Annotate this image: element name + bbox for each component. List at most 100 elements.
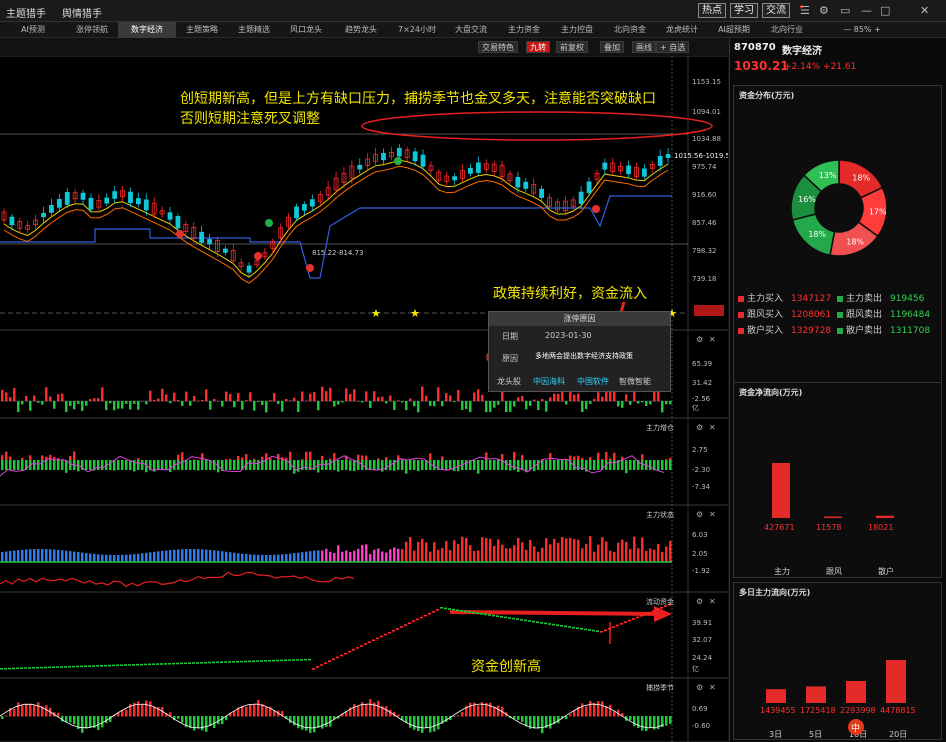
fund-bar [105, 401, 108, 411]
state-bar [333, 552, 336, 562]
state-bar [9, 551, 12, 562]
donut-label-2: 18% [846, 237, 864, 246]
season-bar [125, 709, 128, 717]
popup-leader-3[interactable]: 智微智能 [619, 376, 651, 387]
fund-bar [645, 401, 648, 406]
zoom-level[interactable]: — 85% + [842, 22, 882, 38]
season-bar [321, 716, 324, 729]
season-bar [537, 716, 540, 729]
season-bar [97, 716, 100, 731]
panel-axis-p3-0: 2.75 [692, 446, 708, 454]
tab-9[interactable]: 主力资金 [498, 22, 550, 38]
toolbar-item-4[interactable]: 画线 [632, 41, 656, 53]
hot-button[interactable]: 热点 [698, 3, 726, 18]
popup-leader-2[interactable]: 中国软件 [577, 376, 609, 387]
liquid-point [312, 668, 315, 670]
tab-0[interactable]: AI预测 [0, 22, 66, 38]
maximize-icon[interactable]: □ [880, 4, 890, 17]
state-bar [669, 540, 672, 562]
fund-bar [49, 396, 52, 402]
sell-swatch [837, 327, 843, 334]
season-bar [249, 704, 252, 717]
liquid-point [168, 662, 171, 665]
liquid-point [276, 659, 279, 662]
liquid-point [80, 665, 83, 668]
tab-5[interactable]: 风口龙头 [280, 22, 332, 38]
price-axis-label-7: 739.18 [692, 275, 717, 283]
liquid-point [336, 656, 339, 659]
state-bar [257, 554, 260, 562]
season-bar [477, 705, 480, 717]
tab-3[interactable]: 主题策略 [176, 22, 228, 38]
season-bar [569, 714, 572, 717]
donut-label-5: 13% [819, 171, 837, 180]
fund-bar [117, 401, 120, 409]
learn-button[interactable]: 学习 [730, 3, 758, 18]
fund-bar [161, 388, 164, 402]
increase-fill-bar [237, 460, 240, 470]
liquid-point [60, 666, 63, 668]
popup-leader-1[interactable]: 中因海科 [533, 376, 565, 387]
current-price-tag [694, 305, 724, 316]
liquid-point [376, 637, 379, 640]
liquid-point [400, 626, 403, 628]
module-sentiment-hunter[interactable]: 舆情猎手 [62, 5, 102, 20]
increase-fill-bar [325, 460, 328, 470]
toolbar-item-2[interactable]: 前复权 [556, 41, 588, 53]
increase-fill-bar [621, 460, 624, 470]
state-bar [101, 554, 104, 562]
restore-icon[interactable]: ▭ [840, 4, 850, 17]
state-bar [189, 549, 192, 562]
chart-canvas[interactable]: 1153.15 1094.01 1034.88 975.74 916.60 857.46 7… [0, 55, 734, 742]
tab-7[interactable]: 7×24小时 [390, 22, 444, 38]
tab-10[interactable]: 主力控盘 [550, 22, 604, 38]
popup-date-value: 2023-01-30 [545, 331, 592, 340]
toolbar-item-3[interactable]: 叠加 [600, 41, 624, 53]
toolbar-item-1[interactable]: 九转 [526, 41, 550, 53]
state-bar [261, 554, 264, 562]
state-bar [429, 551, 432, 562]
toolbar-item-5[interactable]: + 自选 [656, 41, 690, 53]
liquid-point [568, 626, 571, 628]
star-marker [372, 309, 380, 317]
tab-1[interactable]: 涨停领航 [66, 22, 118, 38]
multi-day-label-3[interactable]: 20日 [889, 730, 907, 739]
module-theme-hunter[interactable]: 主题猎手 [6, 5, 46, 20]
liquid-point [296, 659, 299, 661]
increase-fill-bar [329, 460, 332, 470]
fund-bar [329, 387, 332, 402]
liquid-point [56, 666, 59, 668]
minimize-icon[interactable]: — [861, 4, 872, 17]
candle-body [199, 231, 205, 243]
liquid-point [604, 629, 607, 631]
exchange-button[interactable]: 交流 [762, 3, 790, 18]
tab-2[interactable]: 数字经济 [118, 22, 176, 38]
fund-buy-value: 1329728 [791, 326, 832, 336]
multi-day-label-0[interactable]: 3日 [769, 730, 782, 739]
menu-icon[interactable]: ☰ [800, 4, 810, 17]
tab-14[interactable]: 北向行业 [760, 22, 814, 38]
chart-toolbar: 交易特色 九转 前复权 叠加 画线 + 自选 [0, 38, 728, 56]
tab-12[interactable]: 龙虎统计 [656, 22, 708, 38]
liquid-point [152, 663, 155, 666]
fund-row-2: 散户买入 1329728 散户卖出 1311708 [738, 323, 930, 336]
tab-6[interactable]: 趋势龙头 [332, 22, 390, 38]
increase-fill-bar [609, 460, 612, 470]
toolbar-item-0[interactable]: 交易特色 [478, 41, 518, 53]
state-bar [125, 554, 128, 562]
increase-fill-bar [669, 460, 672, 470]
fund-bar [233, 401, 236, 408]
tab-13[interactable]: AI超预期 [708, 22, 760, 38]
tab-11[interactable]: 北向资金 [604, 22, 656, 38]
state-bar [17, 550, 20, 562]
gear-icon[interactable]: ⚙ [819, 4, 829, 17]
fund-bar [577, 393, 580, 402]
state-bar [557, 542, 560, 562]
close-icon[interactable]: ✕ [920, 4, 929, 17]
state-bar [617, 542, 620, 562]
multi-day-label-1[interactable]: 5日 [809, 730, 822, 739]
tab-8[interactable]: 大盘交流 [444, 22, 498, 38]
panel-axis-p2-1: 31.42 [692, 379, 712, 387]
state-bar [1, 552, 4, 562]
tab-4[interactable]: 主题精选 [228, 22, 280, 38]
